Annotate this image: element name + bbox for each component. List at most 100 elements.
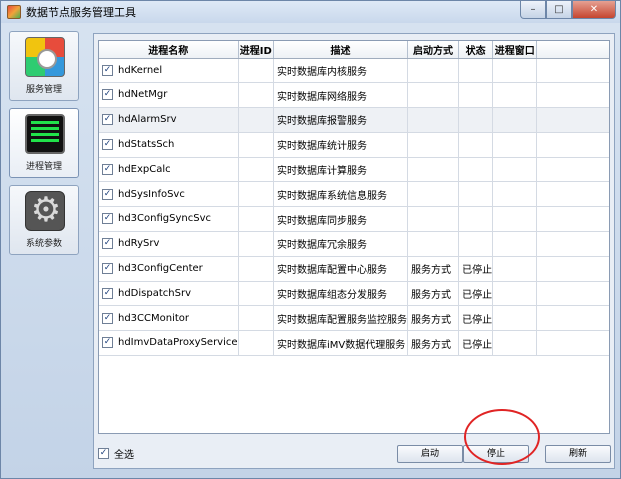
process-name: hdStatsSch	[118, 139, 175, 151]
column-header-name[interactable]: 进程名称	[99, 41, 239, 59]
table-row[interactable]: ✓ hdDispatchSrv 实时数据库组态分发服务 服务方式 已停止	[99, 281, 609, 307]
status-cell	[458, 181, 494, 208]
stop-button[interactable]: 停止	[463, 445, 529, 463]
minimize-button[interactable]: –	[520, 1, 546, 19]
process-name-cell[interactable]: ✓ hd3CCMonitor	[99, 305, 239, 332]
column-header-start-mode[interactable]: 启动方式	[407, 41, 460, 59]
process-name: hdAlarmSrv	[118, 114, 177, 126]
row-checkbox[interactable]: ✓	[102, 213, 113, 225]
select-all-check-box[interactable]: ✓	[98, 448, 109, 459]
row-checkbox[interactable]: ✓	[102, 337, 113, 349]
description-cell: 实时数据库iMV数据代理服务	[273, 330, 408, 357]
app-icon	[7, 5, 21, 19]
description-cell: 实时数据库冗余服务	[273, 231, 408, 257]
row-checkbox[interactable]: ✓	[102, 188, 113, 200]
process-name-cell[interactable]: ✓ hdAlarmSrv	[99, 107, 239, 133]
process-name-cell[interactable]: ✓ hdNetMgr	[99, 82, 239, 109]
process-id-cell	[238, 231, 274, 257]
table-row[interactable]: ✓ hdImvDataProxyService 实时数据库iMV数据代理服务 服务方式…	[99, 330, 609, 357]
status-cell	[458, 132, 494, 158]
process-name-cell[interactable]: ✓ hd3ConfigCenter	[99, 256, 239, 282]
process-name-cell[interactable]: ✓ hdImvDataProxyService	[99, 330, 239, 357]
process-name-cell[interactable]: ✓ hdExpCalc	[99, 157, 239, 183]
row-checkbox[interactable]: ✓	[102, 312, 113, 324]
sidebar-item-label: 服务管理	[25, 85, 62, 95]
process-window-cell	[492, 281, 538, 307]
start-mode-cell: 服务方式	[407, 305, 460, 332]
table-row[interactable]: ✓ hdKernel 实时数据库内核服务	[99, 58, 609, 84]
table-row[interactable]: ✓ hd3ConfigCenter 实时数据库配置中心服务 服务方式 已停止	[99, 256, 609, 282]
process-id-cell	[238, 181, 274, 208]
process-name-cell[interactable]: ✓ hdDispatchSrv	[99, 281, 239, 307]
description-cell: 实时数据库系统信息服务	[273, 181, 408, 208]
filler-cell	[536, 231, 609, 257]
service-management-icon	[25, 37, 65, 77]
row-checkbox[interactable]: ✓	[102, 263, 113, 275]
process-name-cell[interactable]: ✓ hdSysInfoSvc	[99, 181, 239, 208]
row-checkbox[interactable]: ✓	[102, 238, 113, 250]
process-table-container[interactable]: 进程名称 进程ID 描述 启动方式 状态 进程窗口 ✓ hdKernel 实时数据库…	[98, 40, 610, 434]
refresh-button[interactable]: 刷新	[545, 445, 611, 463]
sidebar: 服务管理 进程管理 系统参数	[9, 31, 85, 262]
start-mode-cell: 服务方式	[407, 281, 460, 307]
sidebar-item-service-management[interactable]: 服务管理	[9, 31, 79, 101]
filler-cell	[536, 107, 609, 133]
table-row[interactable]: ✓ hdNetMgr 实时数据库网络服务	[99, 82, 609, 109]
status-cell: 已停止	[458, 330, 494, 357]
process-window-cell	[492, 181, 538, 208]
table-row[interactable]: ✓ hdExpCalc 实时数据库计算服务	[99, 157, 609, 183]
column-header-process-window[interactable]: 进程窗口	[492, 41, 538, 59]
filler-cell	[536, 157, 609, 183]
process-monitor-icon	[25, 114, 65, 154]
start-button[interactable]: 启动	[397, 445, 463, 463]
process-name-cell[interactable]: ✓ hd3ConfigSyncSvc	[99, 206, 239, 233]
table-row[interactable]: ✓ hdRySrv 实时数据库冗余服务	[99, 231, 609, 257]
table-row[interactable]: ✓ hdSysInfoSvc 实时数据库系统信息服务	[99, 181, 609, 208]
process-id-cell	[238, 330, 274, 357]
process-id-cell	[238, 107, 274, 133]
process-name-cell[interactable]: ✓ hdStatsSch	[99, 132, 239, 158]
table-row[interactable]: ✓ hd3ConfigSyncSvc 实时数据库同步服务	[99, 206, 609, 233]
row-checkbox[interactable]: ✓	[102, 114, 113, 126]
process-name-cell[interactable]: ✓ hdRySrv	[99, 231, 239, 257]
select-all-label: 全选	[114, 450, 134, 461]
row-checkbox[interactable]: ✓	[102, 287, 113, 299]
window-title: 数据节点服务管理工具	[26, 6, 136, 19]
process-window-cell	[492, 132, 538, 158]
close-button[interactable]: ✕	[572, 1, 616, 19]
status-cell	[458, 157, 494, 183]
filler-cell	[536, 256, 609, 282]
filler-cell	[536, 330, 609, 357]
filler-cell	[536, 58, 609, 84]
table-row[interactable]: ✓ hdStatsSch 实时数据库统计服务	[99, 132, 609, 158]
row-checkbox[interactable]: ✓	[102, 163, 113, 175]
process-window-cell	[492, 305, 538, 332]
process-id-cell	[238, 58, 274, 84]
status-cell	[458, 107, 494, 133]
maximize-button[interactable]: □	[546, 1, 572, 19]
sidebar-item-process-management[interactable]: 进程管理	[9, 108, 79, 178]
sidebar-item-system-params[interactable]: 系统参数	[9, 185, 79, 255]
column-header-status[interactable]: 状态	[458, 41, 494, 59]
description-cell: 实时数据库报警服务	[273, 107, 408, 133]
table-header-row: 进程名称 进程ID 描述 启动方式 状态 进程窗口	[99, 41, 609, 59]
row-checkbox[interactable]: ✓	[102, 64, 113, 76]
footer-bar: ✓ 全选 启动 停止 刷新	[94, 438, 614, 468]
row-checkbox[interactable]: ✓	[102, 139, 113, 151]
table-row[interactable]: ✓ hdAlarmSrv 实时数据库报警服务	[99, 107, 609, 133]
table-row[interactable]: ✓ hd3CCMonitor 实时数据库配置服务监控服务 服务方式 已停止	[99, 305, 609, 332]
title-bar[interactable]: 数据节点服务管理工具 – □ ✕	[1, 1, 620, 23]
select-all-checkbox[interactable]: ✓ 全选	[98, 446, 134, 461]
process-name: hdSysInfoSvc	[118, 188, 185, 200]
description-cell: 实时数据库计算服务	[273, 157, 408, 183]
process-name: hdRySrv	[118, 238, 160, 250]
start-mode-cell	[407, 181, 460, 208]
process-id-cell	[238, 206, 274, 233]
filler-cell	[536, 132, 609, 158]
column-header-description[interactable]: 描述	[273, 41, 408, 59]
filler-cell	[536, 305, 609, 332]
column-header-pid[interactable]: 进程ID	[238, 41, 274, 59]
process-name-cell[interactable]: ✓ hdKernel	[99, 58, 239, 84]
row-checkbox[interactable]: ✓	[102, 89, 113, 101]
process-id-cell	[238, 305, 274, 332]
